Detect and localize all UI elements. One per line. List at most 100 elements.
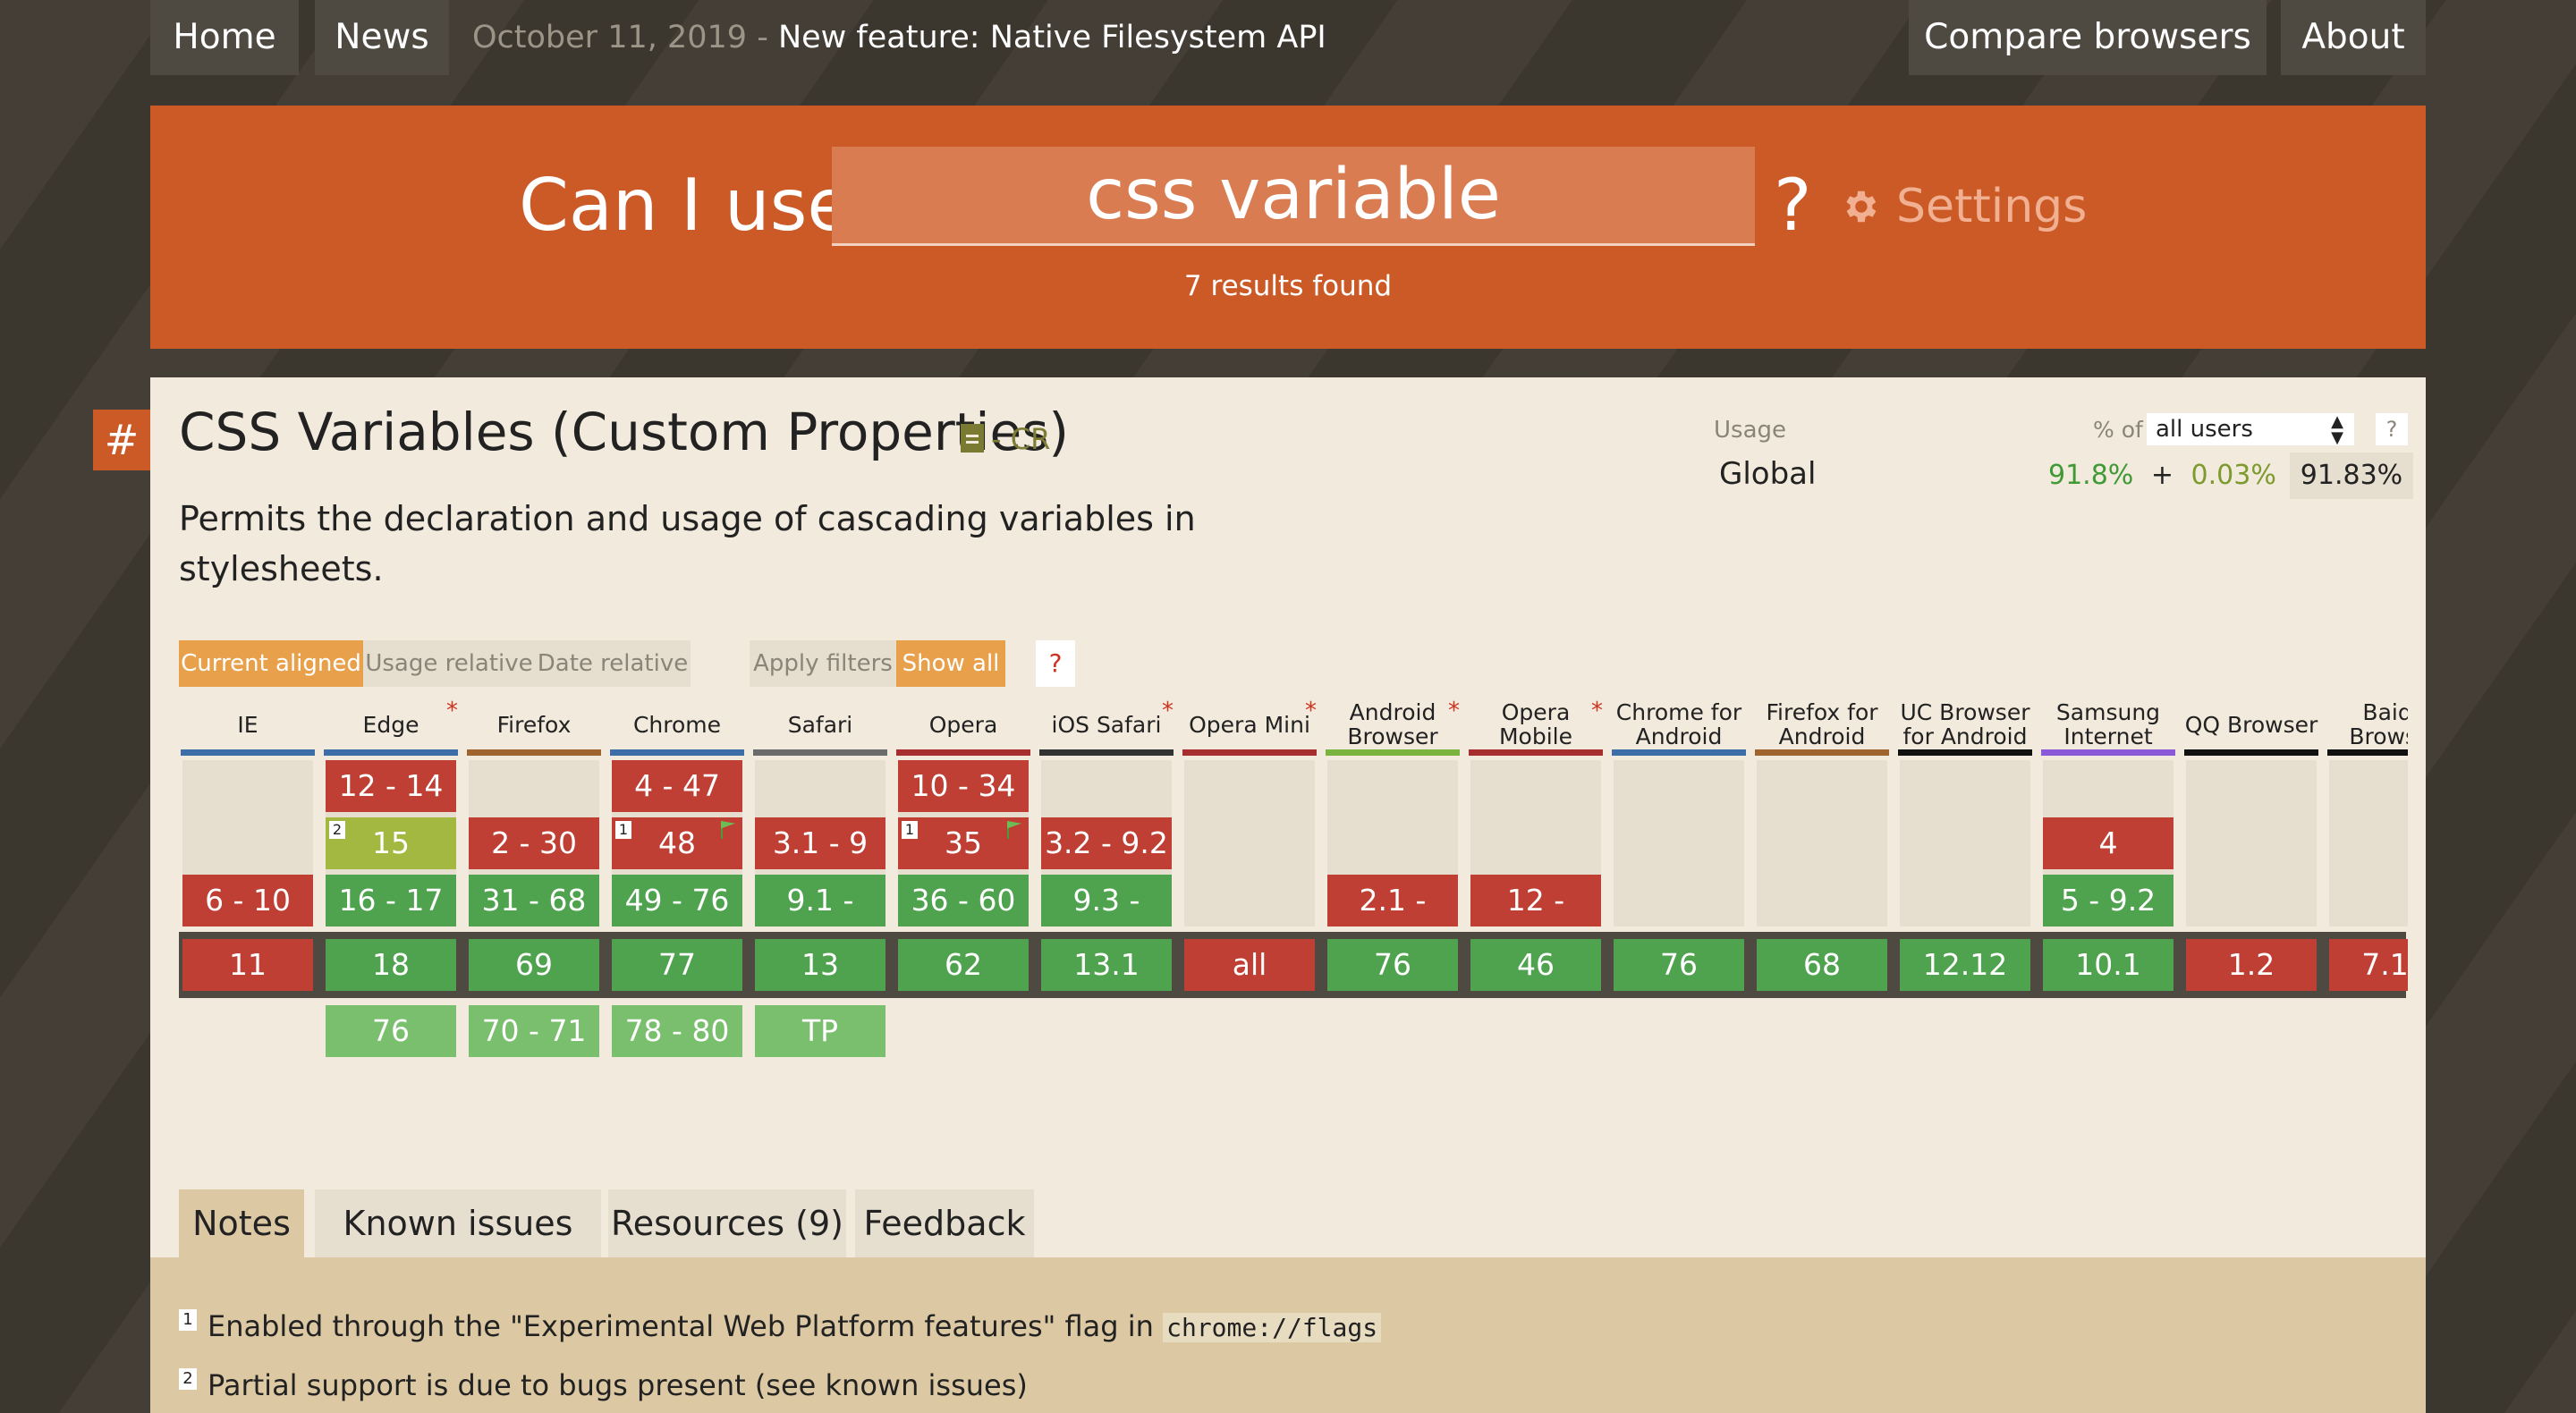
version-label: 1.2: [2227, 947, 2275, 982]
support-cell[interactable]: TP: [755, 1005, 886, 1057]
browser-header-opera-mobile[interactable]: Opera Mobile *: [1469, 698, 1603, 751]
tab-resources[interactable]: Resources (9): [608, 1189, 846, 1257]
support-cell[interactable]: all: [1184, 939, 1315, 991]
tab-notes[interactable]: Notes: [179, 1189, 304, 1257]
browser-header-android-browser[interactable]: Android Browser *: [1326, 698, 1460, 751]
support-cell[interactable]: 16 - 17: [326, 875, 456, 926]
browser-header-ios-safari[interactable]: iOS Safari *: [1039, 698, 1174, 751]
browser-name: Opera Mini: [1189, 711, 1310, 738]
version-label: 12 - 14: [338, 768, 444, 803]
browser-header-edge[interactable]: Edge *: [324, 698, 458, 751]
support-cell[interactable]: 7.12: [2329, 939, 2408, 991]
support-cell[interactable]: 78 - 80: [612, 1005, 742, 1057]
version-label: 7.12: [2361, 947, 2408, 982]
browser-header-firefox[interactable]: Firefox: [467, 698, 601, 751]
note-item: 2 Partial support is due to bugs present …: [179, 1368, 1028, 1402]
browser-color-bar: [1898, 749, 2032, 756]
version-label: 36 - 60: [911, 883, 1016, 918]
browser-header-uc-browser-for-android[interactable]: UC Browser for Android: [1898, 698, 2032, 751]
support-cell[interactable]: 12 - 12.1: [1470, 875, 1601, 969]
support-cell[interactable]: 3.1 - 9: [755, 817, 886, 869]
browser-name: Samsung Internet: [2055, 699, 2161, 749]
browser-header-safari[interactable]: Safari: [753, 698, 887, 751]
browser-header-baidu-browser[interactable]: Baidu Browser: [2327, 698, 2408, 751]
note-text: Partial support is due to bugs present (…: [208, 1368, 1028, 1402]
version-label: 10 - 34: [911, 768, 1016, 803]
tab-feedback[interactable]: Feedback: [855, 1189, 1034, 1257]
browser-name: Chrome for Android: [1615, 699, 1742, 749]
support-cell[interactable]: 35 1: [898, 817, 1029, 869]
browser-header-chrome-for-android[interactable]: Chrome for Android: [1612, 698, 1746, 751]
support-cell[interactable]: 13: [755, 939, 886, 991]
support-cell[interactable]: 12 - 14: [326, 760, 456, 812]
note-number: 2: [179, 1368, 197, 1390]
browser-header-ie[interactable]: IE: [181, 698, 315, 751]
browser-color-bar: [2041, 749, 2175, 756]
support-cell[interactable]: 5 - 9.2: [2043, 875, 2174, 926]
support-cell[interactable]: 4 - 47: [612, 760, 742, 812]
browser-color-bar: [1182, 749, 1317, 756]
browser-header-qq-browser[interactable]: QQ Browser: [2184, 698, 2318, 751]
support-cell[interactable]: 46: [1470, 939, 1601, 991]
support-cell[interactable]: 2 - 30: [469, 817, 599, 869]
support-cell[interactable]: 15 2: [326, 817, 456, 869]
version-label: TP: [801, 1013, 839, 1048]
browser-header-chrome[interactable]: Chrome: [610, 698, 744, 751]
browser-color-bar: [2184, 749, 2318, 756]
browser-header-firefox-for-android[interactable]: Firefox for Android: [1755, 698, 1889, 751]
history-placeholder: [1757, 760, 1887, 926]
browser-name: Opera: [928, 711, 998, 738]
browser-name: Safari: [787, 711, 853, 738]
support-cell[interactable]: 76: [1327, 939, 1458, 991]
version-label: 12.12: [1922, 947, 2008, 982]
support-cell[interactable]: 48 1: [612, 817, 742, 869]
support-cell[interactable]: 69: [469, 939, 599, 991]
support-cell[interactable]: 11: [182, 939, 313, 991]
browser-color-bar: [1612, 749, 1746, 756]
version-label: 48: [658, 825, 696, 860]
browser-header-samsung-internet[interactable]: Samsung Internet: [2041, 698, 2175, 751]
version-label: 62: [945, 947, 982, 982]
browser-name: Android Browser: [1347, 699, 1438, 749]
version-label: 13: [801, 947, 839, 982]
support-cell[interactable]: 6 - 10: [182, 875, 313, 926]
version-label: 78 - 80: [624, 1013, 730, 1048]
support-cell[interactable]: 9.1 - 12.1: [755, 875, 886, 969]
browser-color-bar: [1755, 749, 1889, 756]
support-cell[interactable]: 12.12: [1900, 939, 2030, 991]
browser-name: Chrome: [632, 711, 722, 738]
version-label: 5 - 9.2: [2060, 883, 2157, 918]
support-cell[interactable]: 13.1: [1041, 939, 1172, 991]
browser-header-opera-mini[interactable]: Opera Mini *: [1182, 698, 1317, 751]
support-cell[interactable]: 62: [898, 939, 1029, 991]
version-label: 6 - 10: [205, 883, 291, 918]
browser-color-bar: [1469, 749, 1603, 756]
version-label: 76: [1660, 947, 1698, 982]
support-cell[interactable]: 9.3 - 12.4: [1041, 875, 1172, 969]
browser-notes-asterisk: *: [1591, 698, 1603, 724]
version-label: 10.1: [2075, 947, 2141, 982]
note-marker: 1: [902, 821, 918, 839]
support-cell[interactable]: 31 - 68: [469, 875, 599, 926]
tab-known-issues[interactable]: Known issues (3): [315, 1189, 601, 1311]
version-label: 3.2 - 9.2: [1045, 825, 1168, 860]
support-cell[interactable]: 77: [612, 939, 742, 991]
support-cell[interactable]: 68: [1757, 939, 1887, 991]
support-cell[interactable]: 18: [326, 939, 456, 991]
support-cell[interactable]: 10.1: [2043, 939, 2174, 991]
support-cell[interactable]: 2.1 - 4.4.4: [1327, 875, 1458, 969]
support-cell[interactable]: 3.2 - 9.2: [1041, 817, 1172, 869]
browser-header-opera[interactable]: Opera: [896, 698, 1030, 751]
support-cell[interactable]: 49 - 76: [612, 875, 742, 926]
history-placeholder: [2329, 760, 2408, 926]
support-cell[interactable]: 76: [1614, 939, 1744, 991]
browser-notes-asterisk: *: [446, 698, 458, 724]
support-cell[interactable]: 10 - 34: [898, 760, 1029, 812]
support-cell[interactable]: 36 - 60: [898, 875, 1029, 926]
browser-color-bar: [896, 749, 1030, 756]
version-label: 68: [1803, 947, 1841, 982]
support-cell[interactable]: 1.2: [2186, 939, 2317, 991]
support-cell[interactable]: 4: [2043, 817, 2174, 869]
support-cell[interactable]: 76: [326, 1005, 456, 1057]
support-cell[interactable]: 70 - 71: [469, 1005, 599, 1057]
